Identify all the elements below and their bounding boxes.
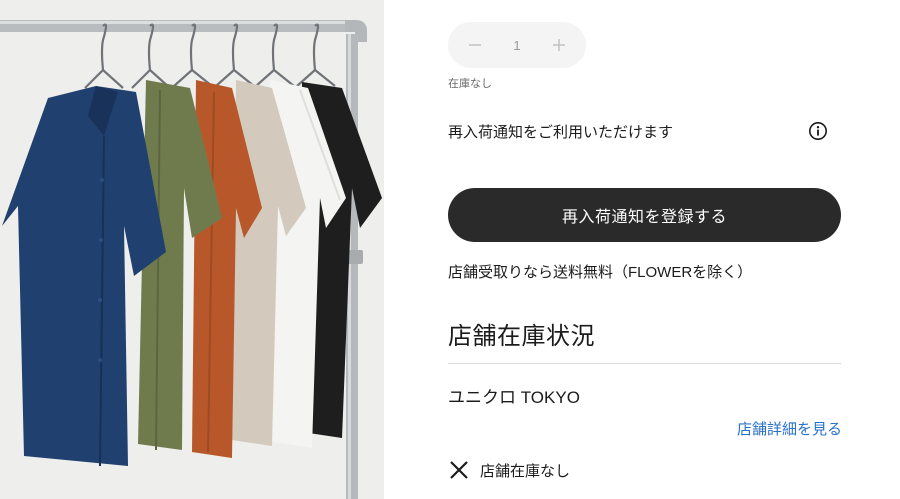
quantity-value: 1 — [513, 37, 521, 53]
store-name: ユニクロ TOKYO — [448, 388, 580, 407]
register-restock-button[interactable]: 再入荷通知を登録する — [448, 188, 841, 242]
product-info-panel: 1 在庫なし 再入荷通知をご利用いただけます 再入荷通知を登録する 店舗受取りな… — [448, 0, 842, 499]
close-icon — [448, 459, 470, 481]
product-detail-page: 1 在庫なし 再入荷通知をご利用いただけます 再入荷通知を登録する 店舗受取りな… — [0, 0, 900, 499]
shirts-on-rack-illustration — [0, 0, 384, 499]
plus-icon[interactable] — [550, 36, 568, 54]
quantity-stepper: 1 — [448, 22, 586, 68]
divider — [448, 363, 841, 364]
restock-notice-text: 再入荷通知をご利用いただけます — [448, 123, 674, 141]
store-stock-status: 店舗在庫なし — [448, 458, 570, 482]
store-stock-title: 店舗在庫状況 — [448, 323, 595, 350]
store-details-link[interactable]: 店舗詳細を見る — [737, 418, 842, 439]
info-icon[interactable] — [808, 121, 828, 141]
product-photo — [0, 0, 384, 499]
stock-status-note: 在庫なし — [448, 78, 492, 90]
store-stock-status-text: 店舗在庫なし — [480, 462, 571, 480]
minus-icon[interactable] — [466, 36, 484, 54]
restock-notice-row: 再入荷通知をご利用いただけます — [448, 119, 828, 143]
pickup-shipping-note: 店舗受取りなら送料無料（FLOWERを除く） — [448, 264, 753, 281]
